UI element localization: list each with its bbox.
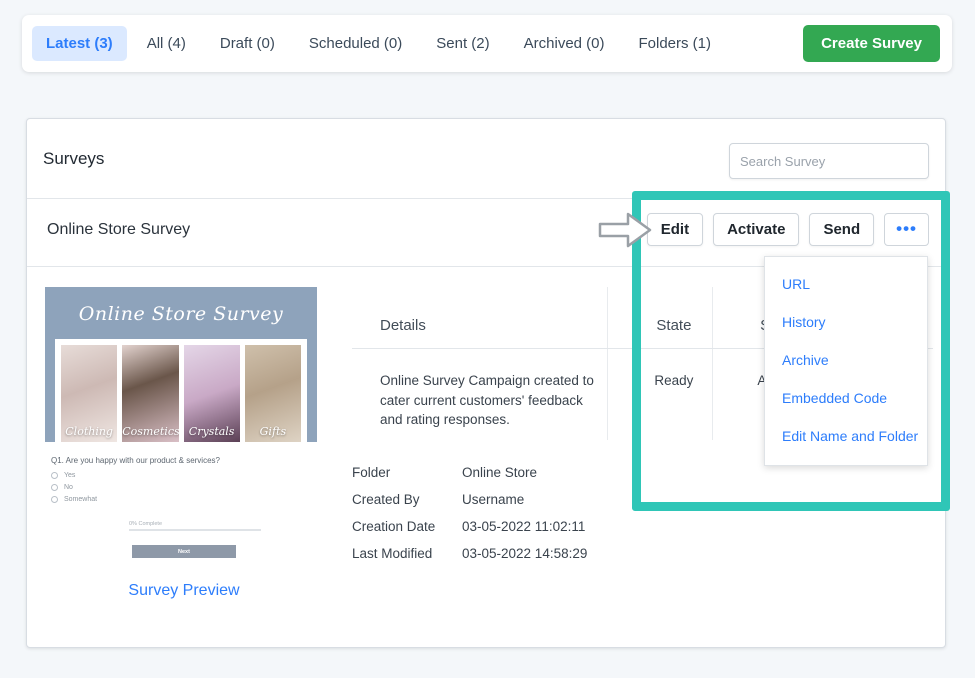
survey-preview-panel: Online Store Survey Clothing Cosmetics C… (45, 287, 323, 600)
col-header-details: Details (352, 287, 608, 349)
survey-name: Online Store Survey (47, 221, 190, 239)
radio-icon (51, 484, 58, 491)
dropdown-item-embedded-code[interactable]: Embedded Code (765, 379, 927, 417)
more-options-button[interactable]: ••• (884, 213, 929, 246)
progress-bar (129, 529, 261, 531)
tab-sent[interactable]: Sent (2) (422, 26, 503, 61)
meta-key: Creation Date (352, 519, 462, 534)
survey-actions: Edit Activate Send ••• (647, 213, 929, 246)
tile-clothing: Clothing (61, 345, 117, 442)
search-input[interactable] (729, 143, 929, 179)
option-label: Somewhat (64, 496, 97, 503)
meta-row-creation-date: Creation Date 03-05-2022 11:02:11 (352, 519, 587, 534)
meta-value: Username (462, 492, 524, 507)
cell-details: Online Survey Campaign created to cater … (352, 349, 608, 440)
tile-label: Gifts (245, 425, 301, 438)
option-label: No (64, 484, 73, 491)
page-title: Surveys (43, 149, 104, 169)
meta-value: 03-05-2022 14:58:29 (462, 546, 587, 561)
meta-key: Folder (352, 465, 462, 480)
tile-label: Crystals (184, 425, 240, 438)
tile-gifts: Gifts (245, 345, 301, 442)
meta-row-last-modified: Last Modified 03-05-2022 14:58:29 (352, 546, 587, 561)
question-text: Q1. Are you happy with our product & ser… (51, 456, 317, 465)
edit-button[interactable]: Edit (647, 213, 703, 246)
col-header-state: State (608, 287, 713, 349)
tile-label: Cosmetics (122, 425, 178, 438)
radio-icon (51, 472, 58, 479)
card-header: Surveys (27, 119, 945, 199)
option-yes: Yes (51, 472, 317, 479)
option-no: No (51, 484, 317, 491)
survey-thumbnail: Online Store Survey Clothing Cosmetics C… (45, 287, 317, 442)
activate-button[interactable]: Activate (713, 213, 799, 246)
tile-label: Clothing (61, 425, 117, 438)
dropdown-item-archive[interactable]: Archive (765, 341, 927, 379)
dropdown-item-history[interactable]: History (765, 303, 927, 341)
more-options-dropdown: URL History Archive Embedded Code Edit N… (764, 256, 928, 466)
create-survey-button[interactable]: Create Survey (803, 25, 940, 62)
tab-latest[interactable]: Latest (3) (32, 26, 127, 61)
option-label: Yes (64, 472, 75, 479)
thumbnail-title: Online Store Survey (45, 303, 317, 325)
tile-crystals: Crystals (184, 345, 240, 442)
send-button[interactable]: Send (809, 213, 874, 246)
tab-draft[interactable]: Draft (0) (206, 26, 289, 61)
cell-state: Ready (608, 349, 713, 440)
arrow-pointer-icon (598, 212, 652, 253)
radio-icon (51, 496, 58, 503)
tab-scheduled[interactable]: Scheduled (0) (295, 26, 416, 61)
dropdown-item-edit-name-and-folder[interactable]: Edit Name and Folder (765, 417, 927, 455)
dropdown-item-url[interactable]: URL (765, 265, 927, 303)
meta-row-created-by: Created By Username (352, 492, 587, 507)
progress-label: 0% Complete (129, 521, 261, 527)
app-root: Latest (3) All (4) Draft (0) Scheduled (… (0, 0, 975, 678)
meta-key: Created By (352, 492, 462, 507)
meta-value: Online Store (462, 465, 537, 480)
tab-archived[interactable]: Archived (0) (510, 26, 619, 61)
preview-next-button: Next (132, 545, 236, 558)
tile-cosmetics: Cosmetics (122, 345, 178, 442)
preview-question-block: Q1. Are you happy with our product & ser… (45, 456, 323, 558)
thumbnail-tiles: Clothing Cosmetics Crystals Gifts (55, 339, 307, 442)
meta-row-folder: Folder Online Store (352, 465, 587, 480)
survey-metadata: Folder Online Store Created By Username … (352, 465, 587, 573)
tab-bar: Latest (3) All (4) Draft (0) Scheduled (… (22, 15, 952, 72)
tab-folders[interactable]: Folders (1) (625, 26, 726, 61)
survey-preview-link[interactable]: Survey Preview (45, 582, 323, 600)
preview-progress: 0% Complete (129, 521, 261, 531)
meta-value: 03-05-2022 11:02:11 (462, 519, 585, 534)
option-somewhat: Somewhat (51, 496, 317, 503)
meta-key: Last Modified (352, 546, 462, 561)
tab-all[interactable]: All (4) (133, 26, 200, 61)
